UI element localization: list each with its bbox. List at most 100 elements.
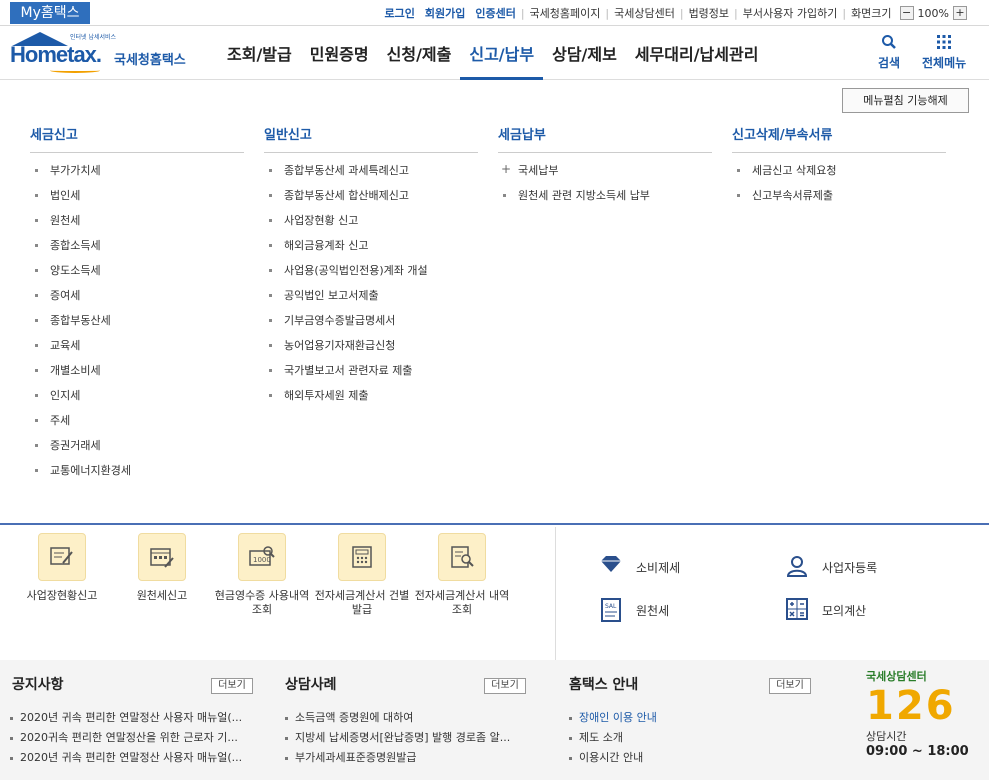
nav-consult[interactable]: 상담/제보 xyxy=(543,26,626,80)
menu-column-delete-attach: 신고삭제/부속서류 세금신고 삭제요청 신고부속서류제출 xyxy=(732,124,946,213)
shortcut-label: 전자세금계산서 내역조회 xyxy=(414,589,510,616)
consult-hours: 09:00 ~ 18:00 xyxy=(866,744,969,759)
menu-column-title: 세금납부 xyxy=(498,124,712,153)
cases-more-button[interactable]: 더보기 xyxy=(484,678,526,694)
notices-more-button[interactable]: 더보기 xyxy=(211,678,253,694)
menu-item[interactable]: 종합부동산세 xyxy=(30,313,244,338)
nav-certificate[interactable]: 민원증명 xyxy=(301,26,378,80)
quick-link-label: 소비제세 xyxy=(636,560,681,575)
shortcut-label: 현금영수증 사용내역조회 xyxy=(214,589,310,616)
calculator-doc-icon xyxy=(338,533,386,581)
menu-item[interactable]: 증여세 xyxy=(30,288,244,313)
menu-item[interactable]: 증권거래세 xyxy=(30,438,244,463)
dept-user-signup-link[interactable]: 부서사용자 가입하기 xyxy=(743,5,838,21)
nav-report-payment[interactable]: 신고/납부 xyxy=(460,26,544,80)
calculator-icon xyxy=(784,597,810,623)
menu-item[interactable]: 법인세 xyxy=(30,188,244,213)
menu-item[interactable]: 공익법인 보고서제출 xyxy=(264,288,478,313)
svg-text:1000: 1000 xyxy=(253,556,271,564)
menu-item[interactable]: 종합부동산세 과세특례신고 xyxy=(264,163,478,188)
tax-consult-center-banner[interactable]: 국세상담센터 126 상담시간 09:00 ~ 18:00 xyxy=(866,668,986,780)
grid-menu-icon xyxy=(922,34,966,54)
list-item[interactable]: 제도 소개 xyxy=(567,730,807,750)
list-item[interactable]: 2020귀속 편리한 연말정산을 위한 근로자 기... xyxy=(8,730,263,750)
shortcut-label: 사업장현황신고 xyxy=(26,589,98,602)
menu-item[interactable]: 주세 xyxy=(30,413,244,438)
menu-list: 세금신고 삭제요청 신고부속서류제출 xyxy=(732,163,946,213)
shortcut-business-status[interactable]: 사업장현황신고 xyxy=(14,533,110,603)
zoom-out-button[interactable]: − xyxy=(899,6,914,20)
menu-item[interactable]: 해외금융계좌 신고 xyxy=(264,238,478,263)
menu-item[interactable]: 종합소득세 xyxy=(30,238,244,263)
shortcut-einvoice-issue[interactable]: 전자세금계산서 건별발급 xyxy=(314,533,410,617)
list-item[interactable]: 2020년 귀속 편리한 연말정산 사용자 매뉴얼(... xyxy=(8,750,263,770)
menu-list: 국세납부 원천세 관련 지방소득세 납부 xyxy=(498,162,712,213)
hometax-logo[interactable]: 인터넷 납세서비스 Hometax. 국세청홈택스 xyxy=(10,32,200,76)
divider: | xyxy=(734,6,738,20)
menu-item[interactable]: 사업장현황 신고 xyxy=(264,213,478,238)
divider: | xyxy=(605,6,610,20)
menu-column-general-report: 일반신고 종합부동산세 과세특례신고 종합부동산세 합산배제신고 사업장현황 신… xyxy=(264,124,478,413)
menu-item[interactable]: 인지세 xyxy=(30,388,244,413)
myhometax-button[interactable]: My홈택스 xyxy=(10,2,90,24)
bottom-info-area: 공지사항 더보기 2020년 귀속 편리한 연말정산 사용자 매뉴얼(... 2… xyxy=(0,660,989,780)
quick-link-business-registration[interactable]: 사업자등록 xyxy=(784,554,877,580)
menu-item[interactable]: 부가가치세 xyxy=(30,163,244,188)
menu-item[interactable]: 원천세 관련 지방소득세 납부 xyxy=(498,188,712,213)
receipt-search-icon: 1000 xyxy=(238,533,286,581)
menu-item[interactable]: 농어업용기자재환급신청 xyxy=(264,338,478,363)
menu-item[interactable]: 개별소비세 xyxy=(30,363,244,388)
nts-homepage-link[interactable]: 국세청홈페이지 xyxy=(530,5,601,21)
all-menu-button[interactable]: 전체메뉴 xyxy=(922,34,966,71)
menu-item[interactable]: 양도소득세 xyxy=(30,263,244,288)
mega-menu-panel: 메뉴펼침 기능해제 세금신고 부가가치세 법인세 원천세 종합소득세 양도소득세… xyxy=(0,80,989,525)
cases-list: 소득금액 증명원에 대하여 지방세 납세증명서[완납증명] 발행 경로좀 알..… xyxy=(283,710,533,770)
menu-item[interactable]: 사업용(공익법인전용)계좌 개설 xyxy=(264,263,478,288)
menu-column-title: 신고삭제/부속서류 xyxy=(732,124,946,153)
menu-item[interactable]: 교통에너지환경세 xyxy=(30,463,244,488)
quick-link-consumption-tax[interactable]: 소비제세 xyxy=(598,554,680,580)
menu-item[interactable]: 기부금영수증발급명세서 xyxy=(264,313,478,338)
list-item[interactable]: 장애인 이용 안내 xyxy=(567,710,807,730)
shortcut-cash-receipt[interactable]: 1000 현금영수증 사용내역조회 xyxy=(214,533,310,617)
menu-item[interactable]: 세금신고 삭제요청 xyxy=(732,163,946,188)
zoom-in-button[interactable]: + xyxy=(953,6,967,20)
guide-more-button[interactable]: 더보기 xyxy=(769,678,811,694)
shortcut-einvoice-inquiry[interactable]: 전자세금계산서 내역조회 xyxy=(414,533,510,617)
menu-item[interactable]: 교육세 xyxy=(30,338,244,363)
list-item[interactable]: 소득금액 증명원에 대하여 xyxy=(283,710,533,730)
consult-center-title: 국세상담센터 xyxy=(866,670,927,683)
nav-tax-agent[interactable]: 세무대리/납세관리 xyxy=(626,26,768,80)
zoom-value: 100% xyxy=(917,6,949,20)
doc-search-icon xyxy=(438,533,486,581)
login-link[interactable]: 로그인 xyxy=(384,5,414,21)
menu-item[interactable]: 국가별보고서 관련자료 제출 xyxy=(264,363,478,388)
menu-item[interactable]: 해외투자세원 제출 xyxy=(264,388,478,413)
section-heading: 공지사항 xyxy=(12,677,64,693)
list-item[interactable]: 이용시간 안내 xyxy=(567,750,807,770)
menu-item[interactable]: 종합부동산세 합산배제신고 xyxy=(264,188,478,213)
cases-title: 상담사례 xyxy=(285,674,337,694)
quick-link-withholding-tax[interactable]: SAL 원천세 xyxy=(598,597,669,623)
search-label: 검색 xyxy=(878,56,901,70)
nav-inquiry[interactable]: 조회/발급 xyxy=(218,26,301,80)
law-info-link[interactable]: 법령정보 xyxy=(689,5,729,21)
search-button[interactable]: 검색 xyxy=(878,34,900,71)
signup-link[interactable]: 회원가입 xyxy=(425,5,465,21)
cert-center-link[interactable]: 인증센터 xyxy=(475,5,515,21)
consult-center-link[interactable]: 국세상담센터 xyxy=(614,5,675,21)
list-item[interactable]: 지방세 납세증명서[완납증명] 발행 경로좀 알... xyxy=(283,730,533,750)
digit: 2 xyxy=(895,683,926,729)
menu-item[interactable]: 신고부속서류제출 xyxy=(732,188,946,213)
list-item[interactable]: 부가세과세표준증명원발급 xyxy=(283,750,533,770)
quick-links-right: 소비제세 사업자등록 SAL 원천세 모의계산 xyxy=(556,527,989,660)
form-pen-icon xyxy=(38,533,86,581)
menu-item[interactable]: 원천세 xyxy=(30,213,244,238)
shortcut-withholding[interactable]: 원천세신고 xyxy=(114,533,210,603)
nav-application[interactable]: 신청/제출 xyxy=(378,26,461,80)
list-item[interactable]: 2020년 귀속 편리한 연말정산 사용자 매뉴얼(... xyxy=(8,710,263,730)
quick-link-tax-simulation[interactable]: 모의계산 xyxy=(784,597,866,623)
menu-collapse-toggle-button[interactable]: 메뉴펼침 기능해제 xyxy=(842,88,969,113)
menu-item-expandable[interactable]: 국세납부 xyxy=(498,162,712,188)
screen-size-label: 화면크기 xyxy=(851,7,892,20)
